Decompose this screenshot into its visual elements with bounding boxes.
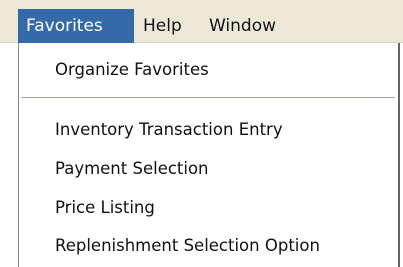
menu-bar: Favorites Help Window xyxy=(0,0,403,43)
menu-item-replenishment-selection-option[interactable]: Replenishment Selection Option xyxy=(55,236,320,255)
menu-item-price-listing[interactable]: Price Listing xyxy=(55,198,155,217)
menu-window[interactable]: Window xyxy=(209,9,276,43)
menu-favorites[interactable]: Favorites xyxy=(18,9,134,43)
favorites-dropdown-menu: Organize Favorites Inventory Transaction… xyxy=(18,43,400,267)
menu-separator xyxy=(21,97,395,99)
menu-item-inventory-transaction-entry[interactable]: Inventory Transaction Entry xyxy=(55,120,283,139)
menu-item-organize-favorites[interactable]: Organize Favorites xyxy=(55,60,209,79)
menu-item-payment-selection[interactable]: Payment Selection xyxy=(55,159,209,178)
menu-help[interactable]: Help xyxy=(143,9,182,43)
